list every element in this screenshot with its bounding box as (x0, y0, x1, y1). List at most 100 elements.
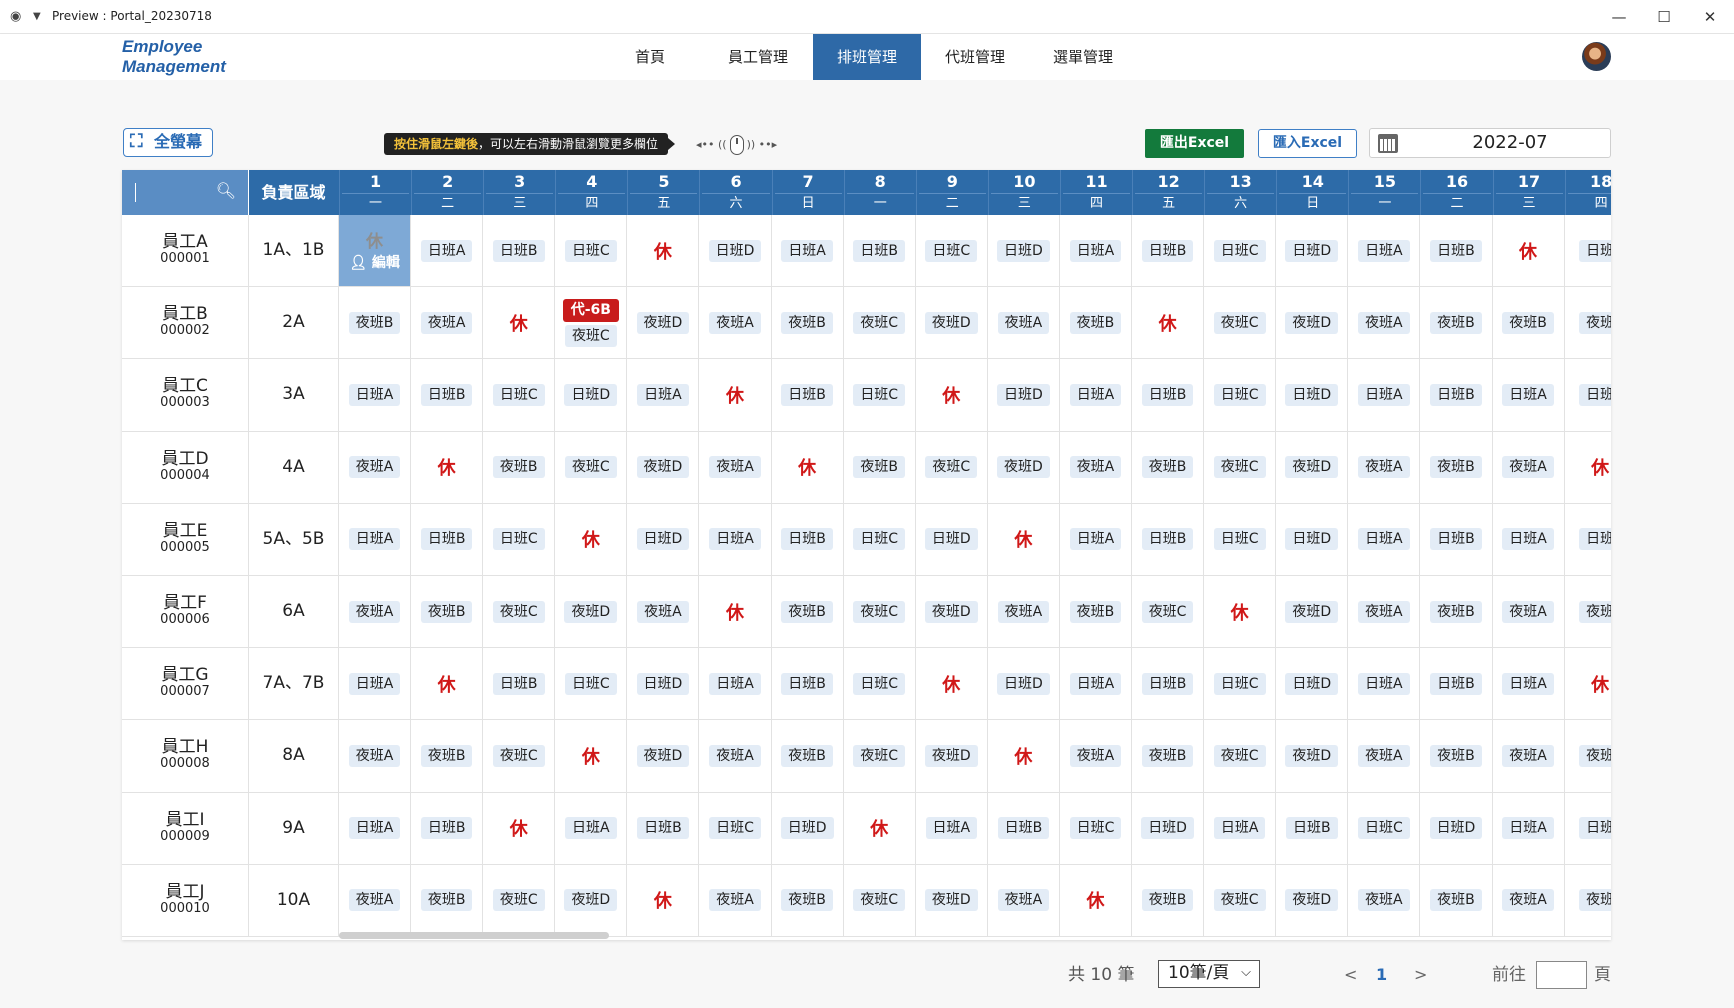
shift-cell[interactable]: 日班B (411, 359, 484, 431)
shift-cell[interactable]: 夜班A (1348, 720, 1421, 792)
close-button[interactable]: ✕ (1690, 2, 1730, 32)
shift-cell[interactable]: 夜班C (844, 287, 916, 359)
edit-shift-button[interactable]: 👤︎ 編輯 (349, 254, 400, 272)
shift-cell[interactable]: 休 (1060, 864, 1133, 936)
shift-cell[interactable]: 日班B (844, 215, 916, 287)
shift-cell[interactable]: 日班D (699, 215, 772, 287)
shift-cell[interactable]: 夜班A (1348, 431, 1421, 503)
shift-cell[interactable]: 夜班C (1204, 287, 1277, 359)
schedule-table[interactable]: 🔍︎ 負責區域 1 一 2 二 3 三 4 四 5 五 6 六 7 日 8 一 9 二 10 三 11 四 12 五 13 六 14… (122, 170, 1611, 940)
shift-cell[interactable]: 夜班B (1493, 287, 1565, 359)
shift-cell[interactable]: 夜班B (1420, 431, 1493, 503)
minimize-button[interactable]: — (1599, 2, 1639, 32)
shift-cell[interactable]: 日班A (1493, 648, 1565, 720)
shift-cell[interactable]: 夜班D (627, 720, 700, 792)
shift-cell[interactable]: 夜班C (1132, 575, 1205, 648)
shift-cell[interactable]: 休 (555, 720, 628, 792)
horizontal-scrollbar[interactable] (339, 932, 609, 939)
page-number[interactable]: 1 (1376, 960, 1387, 990)
shift-cell[interactable]: 夜班A (1493, 720, 1565, 792)
shift-cell[interactable]: 日班B (1132, 648, 1205, 720)
shift-cell[interactable]: 夜班A (1060, 720, 1133, 792)
shift-cell[interactable]: 日班D (1276, 359, 1349, 431)
shift-cell[interactable]: 日班A (411, 215, 484, 287)
shift-cell[interactable]: 日班A (916, 792, 988, 864)
shift-cell[interactable]: 日班C (844, 648, 916, 720)
shift-cell[interactable]: 夜班D (1276, 575, 1349, 648)
shift-cell[interactable]: 日班A (1493, 503, 1565, 575)
shift-cell[interactable]: 夜班 (1565, 287, 1611, 358)
shift-cell[interactable]: 夜班D (627, 431, 700, 503)
employee-search-input[interactable]: 🔍︎ (122, 170, 249, 215)
user-avatar[interactable] (1582, 42, 1611, 71)
nav-substitute-management[interactable]: 代班管理 (921, 34, 1029, 80)
shift-cell[interactable]: 夜班B (1132, 720, 1205, 792)
shift-cell[interactable]: 日班C (1204, 215, 1277, 287)
shift-cell[interactable]: 夜班A (699, 864, 772, 936)
shift-cell[interactable]: 日班B (988, 792, 1060, 864)
shift-cell[interactable]: 日班D (988, 359, 1060, 431)
search-icon[interactable]: 🔍︎ (216, 181, 236, 201)
shift-cell[interactable]: 夜班B (411, 575, 484, 648)
shift-cell[interactable]: 夜班B (772, 720, 844, 792)
shift-cell[interactable]: 日班D (988, 215, 1060, 287)
shift-cell[interactable]: 夜班A (339, 575, 412, 648)
shift-cell[interactable]: 日班A (699, 503, 772, 575)
shift-cell[interactable]: 日班C (1204, 359, 1277, 431)
shift-cell[interactable]: 日班 (1565, 793, 1611, 864)
shift-cell[interactable]: 日班A (1060, 648, 1133, 720)
nav-home[interactable]: 首頁 (596, 34, 704, 80)
shift-cell[interactable]: 日班D (1420, 792, 1493, 864)
shift-cell[interactable]: 夜班D (555, 575, 628, 648)
shift-cell[interactable]: 日班A (1060, 503, 1133, 575)
shift-cell[interactable]: 夜班B (1420, 720, 1493, 792)
shift-cell[interactable]: 日班A (1348, 503, 1421, 575)
shift-cell[interactable]: 夜班A (699, 287, 772, 359)
shift-cell[interactable]: 日班D (555, 359, 628, 431)
shift-cell[interactable]: 夜班C (1204, 720, 1277, 792)
shift-cell[interactable]: 休 (483, 287, 556, 359)
shift-cell[interactable]: 夜班D (1276, 864, 1349, 936)
shift-cell[interactable]: 休 (699, 359, 772, 431)
shift-cell[interactable]: 日班A (627, 359, 700, 431)
shift-cell[interactable]: 日班A (1060, 215, 1133, 287)
shift-cell[interactable]: 休 (627, 864, 700, 936)
shift-cell[interactable]: 日班A (339, 792, 412, 864)
shift-cell[interactable]: 夜班C (483, 575, 556, 648)
shift-cell[interactable]: 夜班D (916, 864, 988, 936)
shift-cell[interactable]: 日班A (1493, 359, 1565, 431)
shift-cell[interactable]: 夜班A (699, 720, 772, 792)
shift-cell[interactable]: 休 (1565, 648, 1611, 719)
shift-cell[interactable]: 夜班A (1493, 575, 1565, 648)
shift-cell[interactable]: 夜班C (844, 864, 916, 936)
shift-cell[interactable]: 夜班B (483, 431, 556, 503)
goto-page-input[interactable] (1536, 961, 1587, 989)
shift-cell[interactable]: 日班D (772, 792, 844, 864)
shift-cell[interactable]: 夜班B (1060, 287, 1133, 359)
shift-cell[interactable]: 日班D (627, 648, 700, 720)
shift-cell[interactable]: 夜班A (1348, 864, 1421, 936)
shift-cell[interactable]: 休 (1132, 287, 1205, 359)
shift-cell[interactable]: 休 (555, 503, 628, 575)
shift-cell[interactable]: 夜班B (339, 287, 412, 359)
shift-cell[interactable]: 日班B (1420, 503, 1493, 575)
shift-cell[interactable]: 夜班 (1565, 720, 1611, 791)
shift-cell[interactable]: 日班 (1565, 504, 1611, 575)
shift-cell[interactable]: 日班D (627, 503, 700, 575)
shift-cell[interactable]: 日班A (1493, 792, 1565, 864)
shift-cell[interactable]: 夜班A (339, 431, 412, 503)
page-size-select[interactable]: 10筆/頁 ⌵ (1158, 960, 1260, 988)
shift-cell[interactable]: 休 (411, 431, 484, 503)
shift-cell[interactable]: 休 (916, 648, 988, 720)
shift-cell[interactable]: 日班C (1204, 503, 1277, 575)
shift-cell[interactable]: 夜班C (1204, 431, 1277, 503)
shift-cell[interactable]: 休 (772, 431, 844, 503)
shift-cell[interactable]: 日班A (1348, 359, 1421, 431)
shift-cell[interactable]: 夜班A (627, 575, 700, 648)
shift-cell[interactable]: 夜班B (1132, 864, 1205, 936)
nav-shift-scheduling[interactable]: 排班管理 (813, 34, 921, 80)
shift-cell[interactable]: 日班A (339, 503, 412, 575)
shift-cell[interactable]: 日班B (772, 503, 844, 575)
shift-cell[interactable]: 夜班C (844, 575, 916, 648)
shift-cell[interactable]: 夜班A (1493, 864, 1565, 936)
